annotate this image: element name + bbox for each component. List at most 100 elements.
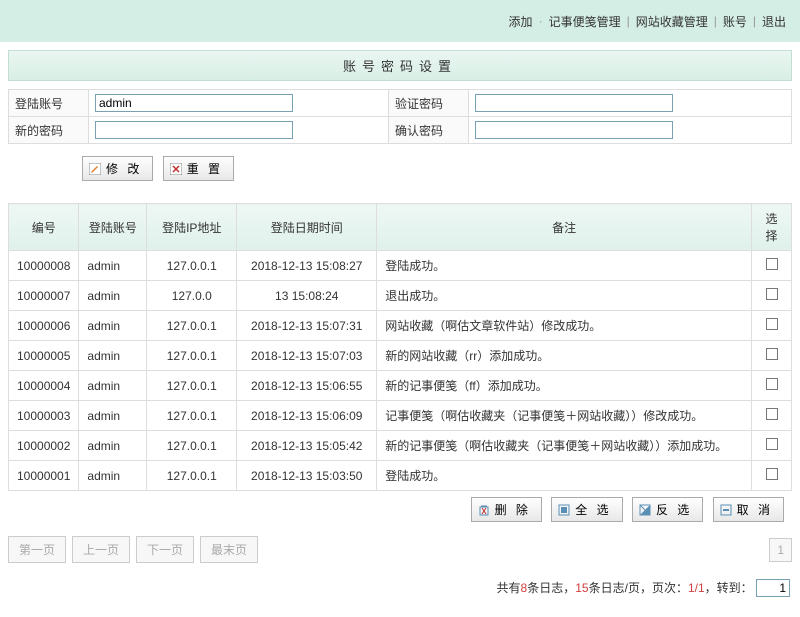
- select-all-icon: [558, 504, 570, 516]
- table-row: 10000008admin127.0.0.12018-12-13 15:08:2…: [9, 251, 792, 281]
- cell-user: admin: [79, 341, 147, 371]
- prev-page-button[interactable]: 上一页: [72, 536, 130, 563]
- invert-selection-button-label: 反 选: [656, 501, 692, 518]
- nav-sep: |: [714, 14, 717, 28]
- verify-password-input[interactable]: [475, 94, 673, 112]
- cell-select: [752, 401, 792, 431]
- row-checkbox[interactable]: [766, 468, 778, 480]
- summary-post-perpage: 条日志/页，页次：: [589, 581, 688, 595]
- cell-ip: 127.0.0.1: [147, 341, 237, 371]
- summary-line: 共有8条日志，15条日志/页，页次：1/1，转到：: [8, 573, 792, 597]
- cancel-button-label: 取 消: [737, 501, 773, 518]
- cell-datetime: 2018-12-13 15:08:27: [237, 251, 377, 281]
- nav-sep: |: [753, 14, 756, 28]
- col-select: 选择: [752, 204, 792, 251]
- row-checkbox[interactable]: [766, 438, 778, 450]
- invert-selection-button[interactable]: 反 选: [632, 497, 703, 522]
- reset-button[interactable]: 重 置: [163, 156, 234, 181]
- nav-sep: |: [627, 14, 630, 28]
- row-checkbox[interactable]: [766, 288, 778, 300]
- delete-button-label: 删 除: [495, 501, 531, 518]
- row-checkbox[interactable]: [766, 378, 778, 390]
- cell-ip: 127.0.0.1: [147, 461, 237, 491]
- cell-select: [752, 281, 792, 311]
- cell-ip: 127.0.0: [147, 281, 237, 311]
- reset-button-label: 重 置: [187, 160, 223, 177]
- select-all-button[interactable]: 全 选: [551, 497, 622, 522]
- table-row: 10000003admin127.0.0.12018-12-13 15:06:0…: [9, 401, 792, 431]
- cell-select: [752, 251, 792, 281]
- modify-button[interactable]: 修 改: [82, 156, 153, 181]
- delete-button[interactable]: 删 除: [471, 497, 542, 522]
- cancel-button[interactable]: 取 消: [713, 497, 784, 522]
- summary-post-page: ，转到：: [705, 581, 753, 595]
- cell-user: admin: [79, 251, 147, 281]
- reset-icon: [170, 163, 182, 175]
- table-row: 10000007admin127.0.013 15:08:24退出成功。: [9, 281, 792, 311]
- cell-remark: 新的记事便笺（ff）添加成功。: [377, 371, 752, 401]
- cell-remark: 登陆成功。: [377, 251, 752, 281]
- cell-datetime: 2018-12-13 15:07:03: [237, 341, 377, 371]
- row-checkbox[interactable]: [766, 408, 778, 420]
- next-page-button[interactable]: 下一页: [136, 536, 194, 563]
- cell-remark: 新的网站收藏（rr）添加成功。: [377, 341, 752, 371]
- cell-datetime: 2018-12-13 15:05:42: [237, 431, 377, 461]
- table-row: 10000005admin127.0.0.12018-12-13 15:07:0…: [9, 341, 792, 371]
- col-ip: 登陆IP地址: [147, 204, 237, 251]
- current-page-display: 1: [769, 538, 792, 562]
- row-checkbox[interactable]: [766, 258, 778, 270]
- row-checkbox[interactable]: [766, 318, 778, 330]
- summary-perpage: 15: [575, 581, 588, 595]
- cell-select: [752, 371, 792, 401]
- password-form: 登陆账号 验证密码 新的密码 确认密码: [8, 89, 792, 144]
- nav-notes[interactable]: 记事便笺管理: [549, 13, 621, 30]
- row-checkbox[interactable]: [766, 348, 778, 360]
- section-title: 账号密码设置: [8, 50, 792, 81]
- table-row: 10000006admin127.0.0.12018-12-13 15:07:3…: [9, 311, 792, 341]
- log-table: 编号 登陆账号 登陆IP地址 登陆日期时间 备注 选择 10000008admi…: [8, 203, 792, 491]
- cell-id: 10000002: [9, 431, 79, 461]
- nav-logout[interactable]: 退出: [762, 13, 786, 30]
- nav-dot: ·: [539, 14, 543, 28]
- summary-pre: 共有: [497, 581, 521, 595]
- username-input[interactable]: [95, 94, 293, 112]
- select-all-button-label: 全 选: [575, 501, 611, 518]
- nav-account[interactable]: 账号: [723, 13, 747, 30]
- table-row: 10000004admin127.0.0.12018-12-13 15:06:5…: [9, 371, 792, 401]
- table-row: 10000002admin127.0.0.12018-12-13 15:05:4…: [9, 431, 792, 461]
- label-confirm-password: 确认密码: [389, 117, 469, 144]
- col-datetime: 登陆日期时间: [237, 204, 377, 251]
- cell-id: 10000007: [9, 281, 79, 311]
- cancel-icon: [720, 504, 732, 516]
- table-row: 10000001admin127.0.0.12018-12-13 15:03:5…: [9, 461, 792, 491]
- cell-select: [752, 461, 792, 491]
- first-page-button[interactable]: 第一页: [8, 536, 66, 563]
- cell-datetime: 2018-12-13 15:06:09: [237, 401, 377, 431]
- goto-page-input[interactable]: [756, 579, 790, 597]
- table-actions: 删 除 全 选 反 选 取 消: [8, 491, 792, 532]
- nav-add[interactable]: 添加: [509, 13, 533, 30]
- cell-ip: 127.0.0.1: [147, 251, 237, 281]
- cell-remark: 退出成功。: [377, 281, 752, 311]
- cell-remark: 新的记事便笺（啊估收藏夹（记事便笺＋网站收藏））添加成功。: [377, 431, 752, 461]
- invert-icon: [639, 504, 651, 516]
- col-user: 登陆账号: [79, 204, 147, 251]
- col-remark: 备注: [377, 204, 752, 251]
- nav-favorites[interactable]: 网站收藏管理: [636, 13, 708, 30]
- summary-post-total: 条日志，: [527, 581, 575, 595]
- confirm-password-input[interactable]: [475, 121, 673, 139]
- cell-user: admin: [79, 281, 147, 311]
- delete-icon: [478, 504, 490, 516]
- cell-id: 10000001: [9, 461, 79, 491]
- cell-id: 10000006: [9, 311, 79, 341]
- cell-select: [752, 341, 792, 371]
- summary-total: 8: [521, 581, 528, 595]
- col-id: 编号: [9, 204, 79, 251]
- last-page-button[interactable]: 最末页: [200, 536, 258, 563]
- label-username: 登陆账号: [9, 90, 89, 117]
- new-password-input[interactable]: [95, 121, 293, 139]
- label-verify-password: 验证密码: [389, 90, 469, 117]
- cell-user: admin: [79, 431, 147, 461]
- top-navigation: 添加 · 记事便笺管理 | 网站收藏管理 | 账号 | 退出: [0, 0, 800, 42]
- cell-id: 10000003: [9, 401, 79, 431]
